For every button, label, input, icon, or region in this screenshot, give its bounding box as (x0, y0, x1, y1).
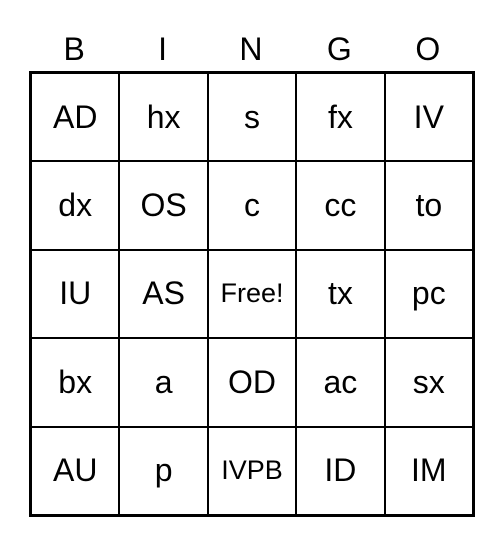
bingo-cell[interactable]: bx (31, 338, 120, 427)
header-letter-g: G (326, 31, 352, 67)
bingo-header: B I N G O (30, 26, 472, 72)
bingo-cell[interactable]: fx (296, 73, 385, 162)
bingo-cell[interactable]: ac (296, 338, 385, 427)
header-letter-o: O (415, 31, 441, 67)
bingo-cell[interactable]: cc (296, 161, 385, 250)
bingo-cell[interactable]: p (119, 426, 208, 515)
bingo-cell[interactable]: c (207, 161, 297, 250)
bingo-cell[interactable]: to (384, 161, 473, 250)
bingo-cell[interactable]: tx (296, 249, 385, 339)
bingo-cell[interactable]: IU (31, 249, 120, 339)
bingo-card: AD hx s fx IV dx OS c cc to IU AS Free! … (29, 71, 475, 517)
free-space-cell[interactable]: Free! (207, 249, 297, 339)
bingo-cell[interactable]: AS (119, 249, 208, 339)
header-letter-n: N (239, 31, 263, 67)
bingo-cell[interactable]: IVPB (207, 426, 297, 515)
bingo-cell[interactable]: ID (296, 426, 385, 515)
bingo-cell[interactable]: IV (384, 73, 473, 162)
bingo-cell[interactable]: OD (207, 338, 297, 427)
bingo-cell[interactable]: s (207, 73, 297, 162)
header-letter-i: I (158, 31, 168, 67)
bingo-cell[interactable]: dx (31, 161, 120, 250)
bingo-cell[interactable]: sx (384, 338, 473, 427)
bingo-cell[interactable]: a (119, 338, 208, 427)
bingo-cell[interactable]: pc (384, 249, 473, 339)
bingo-cell[interactable]: AD (31, 73, 120, 162)
header-letter-b: B (63, 31, 85, 67)
bingo-cell[interactable]: IM (384, 426, 473, 515)
bingo-cell[interactable]: OS (119, 161, 208, 250)
bingo-cell[interactable]: AU (31, 426, 120, 515)
bingo-cell[interactable]: hx (119, 73, 208, 162)
